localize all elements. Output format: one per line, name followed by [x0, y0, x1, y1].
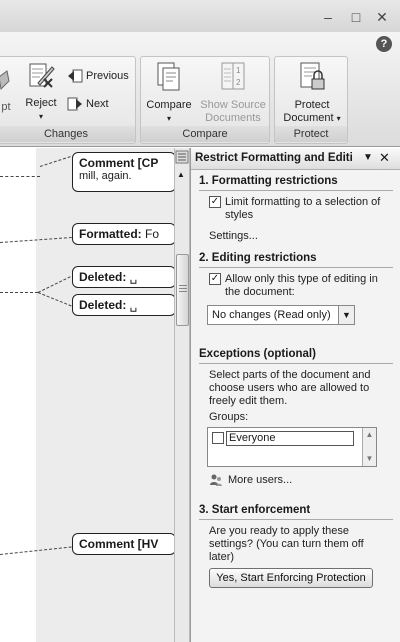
next-change-icon [67, 97, 82, 111]
divider [199, 190, 393, 191]
enforcement-description: Are you ready to apply these settings? (… [209, 525, 364, 563]
start-enforcement-heading: 3. Start enforcement [199, 504, 311, 516]
limit-formatting-label: Limit formatting to a selection of style… [225, 196, 381, 221]
compare-group-label: Compare [141, 126, 269, 142]
comment-balloon[interactable]: Comment [HV [72, 533, 176, 555]
show-source-label-2: Documents [205, 112, 261, 124]
groups-scrollbar[interactable]: ▲ ▼ [362, 428, 376, 466]
pane-header: Restrict Formatting and Editi ▼ ✕ [191, 148, 400, 170]
accept-button[interactable]: pt [0, 67, 13, 114]
compare-dropdown-icon[interactable]: ▾ [143, 112, 195, 125]
changes-group: pt Reject ▾ Previous Next Changes [0, 56, 136, 144]
scroll-up-icon[interactable]: ▲ [177, 170, 185, 179]
title-bar: – □ ✕ [0, 0, 400, 32]
minimize-button[interactable]: – [318, 8, 338, 26]
protect-document-icon [300, 62, 325, 90]
pane-close-icon[interactable]: ✕ [379, 150, 390, 166]
ruler-toggle-icon[interactable] [175, 150, 189, 166]
previous-change-icon [68, 69, 83, 83]
allow-editing-label: Allow only this type of editing in the d… [225, 273, 378, 298]
protect-document-button[interactable]: Protect Document ▾ [277, 61, 347, 125]
compare-label: Compare [146, 99, 192, 111]
show-source-documents-icon: 1 2 [221, 62, 245, 90]
vertical-scrollbar[interactable]: ▲ [174, 148, 190, 642]
svg-text:2: 2 [236, 78, 241, 87]
divider [199, 363, 393, 364]
limit-formatting-checkbox[interactable]: ✓ [209, 196, 221, 208]
divider [199, 519, 393, 520]
chevron-down-icon[interactable]: ▼ [338, 306, 354, 324]
editing-restrictions-heading: 2. Editing restrictions [199, 252, 317, 264]
next-button[interactable]: Next [67, 97, 109, 111]
groups-label: Groups: [209, 411, 249, 423]
protect-label-1: Protect [294, 99, 330, 111]
deleted-balloon[interactable]: Deleted: ␣ [72, 294, 176, 316]
protect-group: Protect Document ▾ Protect [274, 56, 348, 144]
ribbon: ? pt Reject ▾ Previous Next Changes Comp… [0, 32, 400, 147]
more-users-link[interactable]: More users... [209, 473, 292, 487]
everyone-item[interactable]: Everyone [226, 431, 354, 446]
allow-editing-checkbox[interactable]: ✓ [209, 273, 221, 285]
next-label: Next [86, 98, 109, 110]
users-icon [210, 474, 222, 486]
protect-group-label: Protect [275, 126, 347, 142]
restore-button[interactable]: □ [346, 8, 366, 26]
restrict-formatting-pane: Restrict Formatting and Editi ▼ ✕ 1. For… [190, 148, 400, 642]
scroll-thumb[interactable] [176, 254, 189, 326]
exceptions-description: Select parts of the document and choose … [209, 369, 371, 407]
changes-group-label: Changes [0, 126, 135, 142]
show-source-label-1: Show Source [200, 99, 266, 111]
start-enforcing-button[interactable]: Yes, Start Enforcing Protection [209, 568, 373, 588]
groups-listbox[interactable]: Everyone ▲ ▼ [207, 427, 377, 467]
help-icon[interactable]: ? [376, 36, 392, 52]
show-source-documents-button[interactable]: 1 2 Show Source Documents [197, 61, 269, 125]
editing-type-select[interactable]: No changes (Read only) ▼ [207, 305, 355, 325]
word-window: – □ ✕ ? pt Reject ▾ Previous Next Change… [0, 0, 400, 642]
protect-label-2: Document ▾ [283, 112, 341, 124]
compare-button[interactable]: Compare ▾ [143, 61, 195, 125]
scroll-up-icon[interactable]: ▲ [363, 428, 376, 441]
reject-button[interactable]: Reject ▾ [21, 61, 61, 123]
editing-type-value: No changes (Read only) [212, 309, 331, 321]
compare-group: Compare ▾ 1 2 Show Source Documents Comp… [140, 56, 270, 144]
exceptions-heading: Exceptions (optional) [199, 348, 316, 360]
accept-icon [0, 70, 10, 91]
divider [199, 267, 393, 268]
reject-icon [29, 63, 55, 88]
scroll-down-icon[interactable]: ▼ [363, 452, 376, 465]
previous-label: Previous [86, 70, 129, 82]
formatted-balloon[interactable]: Formatted: Fo [72, 223, 176, 245]
comment-balloon[interactable]: Comment [CP mill, again. [72, 152, 176, 192]
accept-label: pt [1, 101, 11, 113]
formatting-restrictions-heading: 1. Formatting restrictions [199, 175, 338, 187]
previous-button[interactable]: Previous [67, 69, 129, 83]
reject-dropdown-icon[interactable]: ▾ [21, 110, 61, 123]
pane-title: Restrict Formatting and Editi [195, 152, 353, 164]
compare-documents-icon [157, 62, 180, 91]
reject-label: Reject [25, 97, 57, 109]
svg-text:1: 1 [236, 66, 241, 75]
deleted-balloon[interactable]: Deleted: ␣ [72, 266, 176, 288]
pane-menu-dropdown-icon[interactable]: ▼ [363, 152, 373, 163]
settings-link[interactable]: Settings... [209, 230, 258, 242]
balloon-connector [0, 176, 40, 177]
balloon-connector [0, 292, 38, 293]
everyone-checkbox[interactable] [212, 432, 224, 444]
close-button[interactable]: ✕ [372, 8, 392, 26]
